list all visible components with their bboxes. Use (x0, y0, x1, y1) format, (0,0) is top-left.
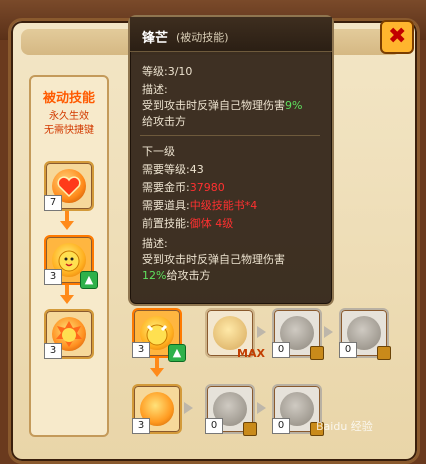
required-item-value: 中级技能书*4 (189, 199, 258, 212)
arrow-down-icon (60, 221, 74, 230)
description-line-2: 给攻击方 (142, 115, 186, 128)
skill-count: 3 (132, 418, 150, 434)
next-description-line-2: 12%给攻击方 (142, 267, 210, 283)
required-gold-label: 需要金币: (142, 181, 190, 194)
passive-skill-selected[interactable]: 3 ▲ (44, 235, 98, 289)
tree-skill-swirl[interactable]: 3 (132, 384, 182, 434)
skill-count: 3 (132, 342, 150, 358)
next-description-line: 受到攻击时反弹自己物理伤害 (142, 253, 285, 266)
skill-count: 7 (44, 195, 62, 211)
sidebar-subtitle-no-hotkey: 无需快捷键 (44, 125, 94, 136)
skill-count: 0 (205, 418, 223, 434)
skill-count: 0 (339, 342, 357, 358)
skill-type: (被动技能) (176, 31, 229, 44)
next-description-text: 给攻击方 (166, 269, 211, 282)
lock-icon (310, 346, 324, 360)
passive-skill-heart[interactable]: 7 (44, 161, 94, 211)
skill-count: 3 (44, 269, 62, 285)
watermark: Baidu 经验 (316, 420, 373, 433)
passive-skill-flame[interactable]: 3 (44, 309, 94, 359)
skill-name: 锋芒 (142, 31, 169, 46)
tooltip-header: 锋芒 (被动技能) (130, 17, 332, 52)
required-gold-value: 37980 (189, 181, 225, 194)
lock-icon (377, 346, 391, 360)
description-text: 受到攻击时反弹自己物理伤害 (142, 99, 285, 112)
required-item: 需要道具:中级技能书*4 (142, 197, 257, 213)
skill-level: 等级:3/10 (142, 65, 193, 78)
required-level: 需要等级:43 (142, 163, 204, 176)
skill-tooltip: 锋芒 (被动技能) 等级:3/10 描述: 受到攻击时反弹自己物理伤害9% 给攻… (128, 15, 334, 306)
divider (140, 135, 320, 136)
arrow-right-icon (257, 326, 266, 338)
passive-skill-sidebar: 被动技能 永久生效 无需快捷键 7 3 ▲ 3 (29, 75, 109, 437)
arrow-right-icon (257, 402, 266, 414)
close-button[interactable]: ✖ (380, 20, 414, 54)
arrow-down-icon (150, 368, 164, 377)
arrow-down-icon (60, 295, 74, 304)
lock-icon (243, 422, 257, 436)
next-reflect-value: 12% (142, 269, 167, 282)
next-description-label: 描述: (142, 237, 168, 250)
sidebar-subtitle-permanent: 永久生效 (49, 111, 89, 122)
prerequisite-skill-label: 前置技能: (142, 217, 190, 230)
skill-count: 3 (44, 343, 62, 359)
close-x-icon: ✖ (388, 24, 407, 49)
max-level-label: MAX (237, 347, 265, 360)
arrow-right-icon (324, 326, 333, 338)
description-line: 受到攻击时反弹自己物理伤害9% (142, 97, 302, 113)
upgrade-arrow-icon[interactable]: ▲ (168, 344, 186, 362)
tree-skill-locked-1[interactable]: 0 (272, 308, 324, 360)
prerequisite-skill-value: 御体 4级 (189, 217, 234, 230)
skill-count: 0 (272, 418, 290, 434)
current-reflect-value: 9% (285, 99, 303, 112)
arrow-right-icon (184, 402, 193, 414)
sidebar-title: 被动技能 (42, 91, 95, 106)
tree-skill-statue[interactable]: MAX (205, 308, 265, 360)
statue-icon (213, 316, 247, 350)
tree-skill-locked-4[interactable]: 0 (272, 384, 324, 436)
required-item-label: 需要道具: (142, 199, 190, 212)
tree-skill-locked-3[interactable]: 0 (205, 384, 257, 436)
tree-skill-locked-2[interactable]: 0 (339, 308, 391, 360)
description-label: 描述: (142, 83, 168, 96)
required-gold: 需要金币:37980 (142, 179, 225, 195)
next-level-title: 下一级 (142, 145, 175, 158)
tree-skill-cow[interactable]: 3 ▲ (132, 308, 186, 362)
upgrade-arrow-icon[interactable]: ▲ (80, 271, 98, 289)
skill-count: 0 (272, 342, 290, 358)
prerequisite-skill: 前置技能:御体 4级 (142, 215, 233, 231)
